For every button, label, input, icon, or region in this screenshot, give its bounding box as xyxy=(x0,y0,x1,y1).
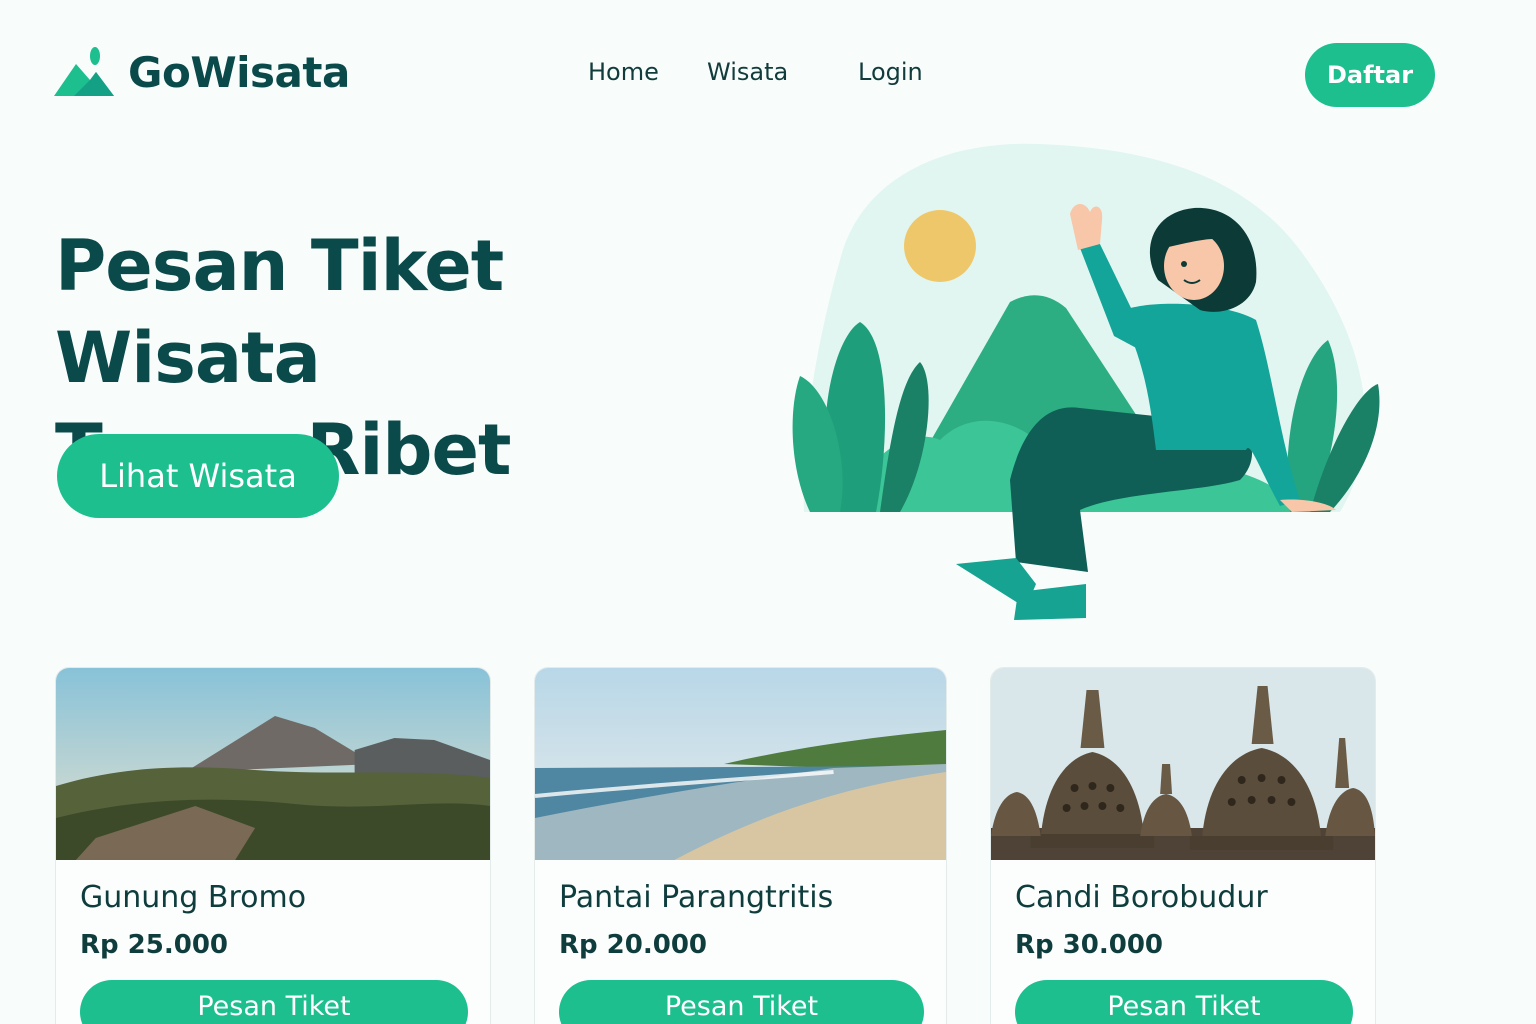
sun-icon xyxy=(904,210,976,282)
destination-name: Pantai Parangtritis xyxy=(559,880,834,915)
hero-illustration xyxy=(792,143,1380,620)
card-image-mountain xyxy=(56,668,490,860)
brand-name: GoWisata xyxy=(128,47,350,97)
brand-logo[interactable]: GoWisata xyxy=(54,46,350,98)
nav-login[interactable]: Login xyxy=(858,58,923,86)
nav-home[interactable]: Home xyxy=(588,58,659,86)
person-eye xyxy=(1181,261,1187,267)
mountain-logo-icon xyxy=(54,47,114,96)
destination-card-parangtritis[interactable]: Pantai Parangtritis Rp 20.000 Pesan Tike… xyxy=(534,667,947,1024)
page: GoWisata Home Wisata Login Daftar Pesan … xyxy=(0,0,1536,1024)
hero-title-line1: Pesan Tiket Wisata xyxy=(55,225,504,399)
card-image-temple xyxy=(991,668,1375,860)
destination-price: Rp 20.000 xyxy=(559,930,708,960)
book-ticket-button[interactable]: Pesan Tiket xyxy=(559,980,924,1024)
destination-name: Candi Borobudur xyxy=(1015,880,1268,915)
register-button[interactable]: Daftar xyxy=(1305,43,1435,107)
destination-name: Gunung Bromo xyxy=(80,880,307,915)
book-ticket-button[interactable]: Pesan Tiket xyxy=(1015,980,1353,1024)
destination-card-bromo[interactable]: Gunung Bromo Rp 25.000 Pesan Tiket xyxy=(55,667,491,1024)
view-destinations-button[interactable]: Lihat Wisata xyxy=(57,434,339,518)
nav-wisata[interactable]: Wisata xyxy=(707,58,788,86)
book-ticket-button[interactable]: Pesan Tiket xyxy=(80,980,468,1024)
destination-price: Rp 25.000 xyxy=(80,930,229,960)
destination-card-borobudur[interactable]: Candi Borobudur Rp 30.000 Pesan Tiket xyxy=(990,667,1376,1024)
card-image-beach xyxy=(535,668,946,860)
destination-price: Rp 30.000 xyxy=(1015,930,1164,960)
